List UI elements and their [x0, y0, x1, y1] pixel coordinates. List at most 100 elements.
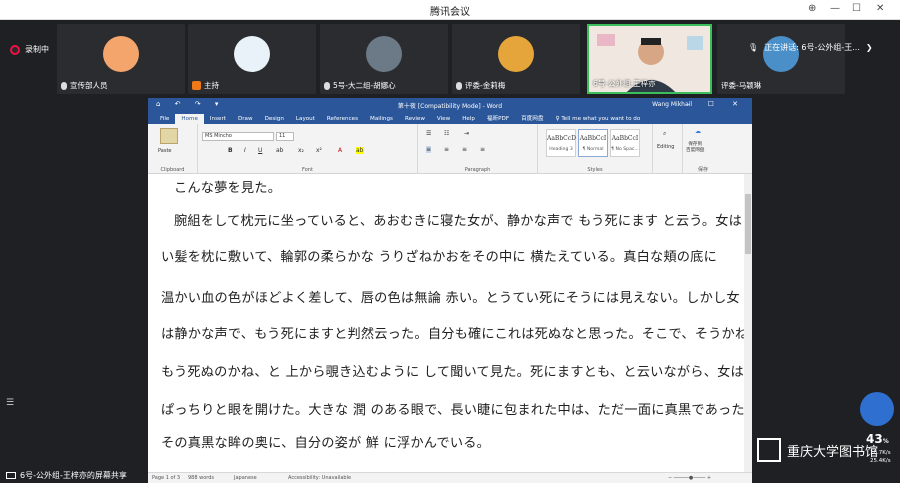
scroll-thumb[interactable] [745, 194, 751, 254]
page-count[interactable]: Page 1 of 3 [152, 475, 180, 481]
style-normal[interactable]: AaBbCcI ¶ Normal [578, 129, 608, 157]
assistant-owl-icon[interactable] [860, 392, 894, 426]
superscript-button[interactable]: x² [316, 147, 322, 154]
cpu-unit: % [882, 438, 889, 445]
avatar [366, 36, 402, 72]
paragraph-group: ☰ ☷ ⇥ ≡ ≡ ≡ ≡ Paragraph [418, 124, 538, 174]
recording-label: 录制中 [25, 45, 49, 54]
italic-button[interactable]: I [244, 147, 246, 154]
style-heading3[interactable]: AaBbCcD Heading 3 [546, 129, 576, 157]
participant-tile[interactable]: 宣传部人员 [57, 24, 185, 94]
participant-name: 评委-马颖琳 [721, 81, 762, 90]
participant-name: 评委-金莉梅 [465, 81, 506, 90]
participant-name: 主持 [204, 81, 219, 90]
accessibility-status[interactable]: Accessibility: Unavailable [288, 475, 351, 481]
maximize-icon[interactable]: ☐ [852, 3, 861, 14]
baidu-save-button[interactable]: 保存到 百度网盘 [686, 141, 704, 153]
zoom-slider[interactable]: − ─────●──── + [668, 475, 711, 481]
vertical-scrollbar[interactable] [744, 174, 752, 472]
style-no-spacing[interactable]: AaBbCcI ¶ No Spac... [610, 129, 640, 157]
doc-line: その真黒な眸の奥に、自分の姿が 鮮 に浮かんでいる。 [161, 436, 491, 451]
clipboard-label: Clipboard [160, 167, 185, 173]
library-watermark: 重庆大学图书馆 [757, 438, 878, 462]
baidu-group: ☁ 保存到 百度网盘 保存 [683, 124, 723, 174]
document-body[interactable]: こんな夢を見た。 腕組をして枕元に坐っていると、あおむきに寝た女が、静かな声で … [148, 174, 752, 472]
mic-icon [324, 81, 330, 90]
menu-icon[interactable]: ☰ [6, 398, 14, 408]
bullets-button[interactable]: ☰ [426, 130, 431, 137]
participant-name: 宣传部人员 [70, 81, 108, 90]
pin-icon[interactable]: ⊕ [808, 3, 816, 14]
active-speaker-banner: 🎙 正在讲话: 6号-公外组-王... ❯ [748, 42, 873, 53]
participant-tile[interactable]: 评委-金莉梅 [452, 24, 580, 94]
font-size-select[interactable]: 11 [276, 132, 294, 141]
highlight-button[interactable]: ab [356, 147, 364, 154]
indent-button[interactable]: ⇥ [464, 130, 469, 137]
tab-design[interactable]: Design [259, 114, 290, 124]
styles-group: AaBbCcD Heading 3 AaBbCcI ¶ Normal AaBbC… [538, 124, 653, 174]
speaking-label: 正在讲话: 6号-公外组-王... [764, 43, 860, 52]
clipboard-group: Paste Clipboard [148, 124, 198, 174]
font-color-button[interactable]: A [338, 147, 342, 154]
tab-references[interactable]: References [321, 114, 364, 124]
align-right-button[interactable]: ≡ [462, 146, 467, 153]
style-preview: AaBbCcI [579, 135, 607, 142]
font-group-label: Font [302, 167, 313, 173]
subscript-button[interactable]: x₂ [298, 147, 304, 154]
align-left-button[interactable]: ≡ [426, 146, 432, 153]
numbering-button[interactable]: ☷ [444, 130, 449, 137]
mic-icon [456, 81, 462, 90]
paragraph-group-label: Paragraph [464, 167, 491, 173]
meeting-titlebar: 腾讯会议 ⊕ — ☐ ✕ [0, 0, 900, 20]
justify-button[interactable]: ≡ [480, 146, 485, 153]
doc-line: ぱっちりと眼を開けた。大きな 潤 のある眼で、長い睫に包まれた中は、ただ一面に真… [161, 403, 752, 418]
ribbon-tabs: File Home Insert Draw Design Layout Refe… [148, 112, 752, 124]
participant-tile[interactable]: 主持 [188, 24, 316, 94]
tab-foxit-pdf[interactable]: 福昕PDF [481, 112, 515, 124]
doc-line: 腕組をして枕元に坐っていると、あおむきに寝た女が、静かな声で もう死にます と云… [174, 214, 752, 229]
status-bar: Page 1 of 3 988 words Japanese Accessibi… [148, 472, 752, 483]
participant-tile[interactable]: 5号-大二组-胡娜心 [320, 24, 448, 94]
align-center-button[interactable]: ≡ [444, 146, 449, 153]
language[interactable]: Japanese [234, 475, 257, 481]
expand-arrow-icon[interactable]: ❯ [866, 43, 873, 52]
recording-indicator[interactable]: 录制中 [10, 44, 49, 55]
tab-layout[interactable]: Layout [290, 114, 321, 124]
font-name-select[interactable]: MS Mincho [202, 132, 274, 141]
window-controls[interactable]: – ☐ ✕ [686, 100, 746, 108]
word-titlebar: ⌂ ↶ ↷ ▾ 第十夜 [Compatibility Mode] - Word … [148, 98, 752, 112]
tab-home[interactable]: Home [175, 114, 204, 124]
minimize-icon[interactable]: — [830, 3, 840, 14]
strikethrough-button[interactable]: ab [276, 147, 284, 154]
doc-line: 温かい血の色がほどよく差して、唇の色は無論 赤い。とうてい死にそうには見えない。… [161, 291, 740, 306]
style-preview: AaBbCcD [547, 135, 576, 142]
tab-baidu[interactable]: 百度网盘 [515, 112, 549, 124]
styles-group-label: Styles [587, 167, 603, 173]
record-icon [10, 44, 20, 55]
tab-review[interactable]: Review [399, 114, 431, 124]
tab-view[interactable]: View [431, 114, 456, 124]
paste-label[interactable]: Paste [158, 148, 172, 154]
tab-insert[interactable]: Insert [204, 114, 232, 124]
tab-mailings[interactable]: Mailings [364, 114, 399, 124]
participant-name: 6号-公外组-王梓亦 [593, 79, 656, 88]
bold-button[interactable]: B [228, 147, 233, 154]
speaker-video-tile[interactable]: 6号-公外组-王梓亦 [587, 24, 712, 94]
tab-file[interactable]: File [154, 114, 175, 124]
word-count[interactable]: 988 words [188, 475, 214, 481]
tell-me-search[interactable]: ♀ Tell me what you want to do [549, 114, 646, 124]
doc-line: い髪を枕に敷いて、輪郭の柔らかな うりざねかおをその中に 横たえている。真白な頬… [161, 250, 717, 265]
cloud-icon[interactable]: ☁ [695, 128, 701, 135]
tab-draw[interactable]: Draw [232, 114, 259, 124]
participant-tile[interactable]: 评委-马颖琳 [717, 24, 845, 94]
meeting-title: 腾讯会议 [430, 7, 470, 18]
paste-icon[interactable] [160, 128, 178, 144]
doc-line: もう死ぬのかね、と 上から覗き込むように して聞いて見た。死にますとも、と云いな… [161, 365, 744, 380]
tab-help[interactable]: Help [456, 114, 481, 124]
search-icon[interactable]: ⌕ [663, 130, 666, 138]
close-icon[interactable]: ✕ [876, 3, 884, 14]
avatar [234, 36, 270, 72]
editing-label[interactable]: Editing [657, 144, 674, 150]
underline-button[interactable]: U [258, 147, 262, 154]
editing-group: ⌕ Editing [653, 124, 683, 174]
